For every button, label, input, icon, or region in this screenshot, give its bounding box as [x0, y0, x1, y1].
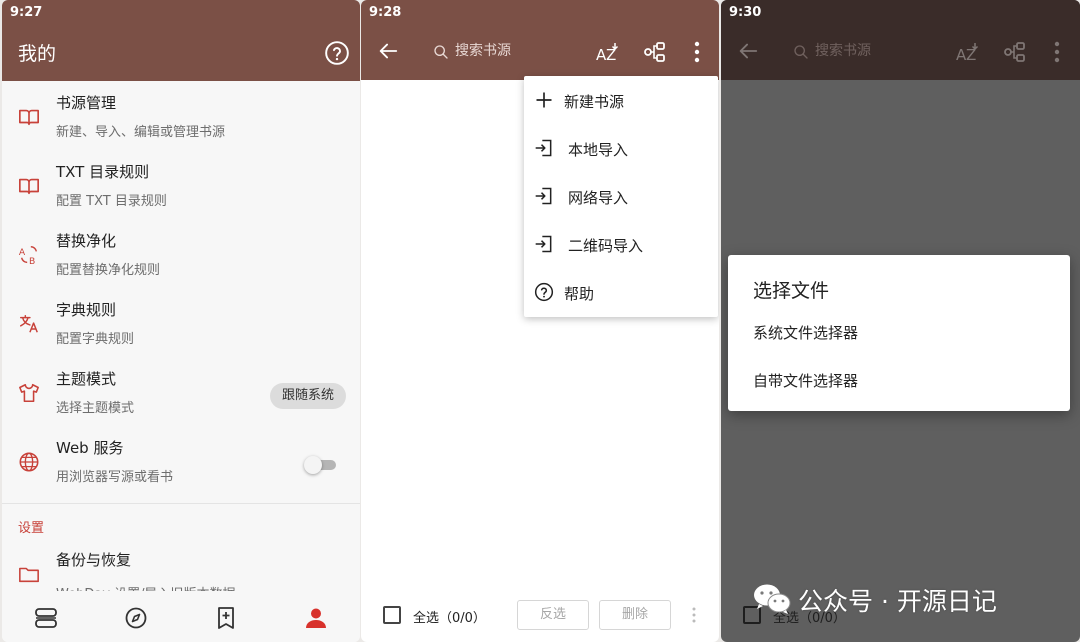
choose-file-dialog: 选择文件 系统文件选择器 自带文件选择器	[728, 255, 1070, 411]
help-circle-icon[interactable]	[324, 40, 350, 66]
bookshelf-icon[interactable]	[34, 606, 58, 630]
import-icon	[534, 138, 554, 158]
menu-label: 二维码导入	[568, 237, 644, 255]
section-divider	[2, 503, 360, 504]
pref-title: 替换净化	[56, 232, 117, 250]
menu-item-qr-import[interactable]: 二维码导入	[524, 220, 718, 268]
menu-item-network-import[interactable]: 网络导入	[524, 172, 718, 220]
screenshot-stage: 9:27 我的 书源管理 新建、导入、编辑或管理书源 TXT 目录规则 配置 T…	[0, 0, 1080, 642]
pref-title: 书源管理	[56, 94, 117, 112]
phone-my-screen: 9:27 我的 书源管理 新建、导入、编辑或管理书源 TXT 目录规则 配置 T…	[2, 0, 360, 642]
pref-summary: 配置字典规则	[56, 332, 135, 347]
search-placeholder: 搜索书源	[815, 43, 871, 59]
search-input[interactable]: 搜索书源	[433, 38, 605, 64]
import-icon	[534, 234, 554, 254]
replace-ab-icon: AB	[18, 244, 40, 266]
import-icon	[534, 186, 554, 206]
pref-summary: 新建、导入、编辑或管理书源	[56, 125, 226, 140]
pref-web-service[interactable]: Web 服务 用浏览器写源或看书	[2, 429, 360, 498]
web-service-toggle[interactable]	[304, 456, 336, 474]
dialog-title: 选择文件	[753, 280, 830, 302]
search-icon	[793, 43, 809, 59]
pref-book-source[interactable]: 书源管理 新建、导入、编辑或管理书源	[2, 84, 360, 153]
select-all-checkbox[interactable]	[383, 606, 401, 624]
theme-mode-chip[interactable]: 跟随系统	[269, 383, 346, 409]
pref-title: 字典规则	[56, 301, 117, 319]
menu-item-local-import[interactable]: 本地导入	[524, 124, 718, 172]
option-system-file-picker[interactable]: 系统文件选择器	[753, 322, 858, 343]
page-title: 我的	[18, 43, 57, 65]
pref-title: 主题模式	[56, 370, 117, 388]
book-open-icon	[18, 106, 40, 128]
pref-title: TXT 目录规则	[56, 163, 150, 181]
sort-az-icon[interactable]: AZ	[595, 40, 621, 66]
status-time: 9:30	[729, 5, 762, 20]
group-icon[interactable]	[643, 40, 667, 64]
globe-icon	[18, 451, 40, 473]
delete-button[interactable]: 删除	[599, 600, 671, 630]
menu-item-help[interactable]: 帮助	[524, 268, 718, 316]
search-placeholder: 搜索书源	[455, 43, 511, 59]
person-icon[interactable]	[304, 606, 328, 630]
pref-dict-rules[interactable]: 字典规则 配置字典规则	[2, 291, 360, 360]
folder-icon	[18, 563, 40, 585]
bottom-navigation	[2, 594, 360, 642]
tshirt-icon	[18, 382, 40, 404]
search-icon	[433, 43, 449, 59]
overflow-menu: 新建书源 本地导入 网络导入 二维码导入 帮助	[524, 76, 718, 317]
menu-label: 新建书源	[564, 93, 625, 111]
pref-summary: WebDav 设置/导入旧版本数据	[56, 583, 236, 591]
menu-label: 帮助	[564, 285, 595, 303]
watermark-text: 公众号 · 开源日记	[798, 587, 997, 616]
more-vert-icon	[1053, 40, 1061, 64]
group-icon	[1003, 40, 1027, 64]
pref-summary: 配置 TXT 目录规则	[56, 194, 167, 209]
pref-summary: 配置替换净化规则	[56, 263, 161, 278]
compass-icon[interactable]	[124, 606, 148, 630]
sort-az-icon: AZ	[955, 40, 981, 66]
book-open-icon	[18, 175, 40, 197]
toggle-thumb	[304, 456, 322, 474]
more-vert-icon[interactable]	[693, 40, 701, 64]
pref-summary: 选择主题模式	[56, 401, 135, 416]
pref-title: Web 服务	[56, 439, 124, 457]
pref-txt-toc-rules[interactable]: TXT 目录规则 配置 TXT 目录规则	[2, 153, 360, 222]
help-circle-icon	[534, 282, 554, 302]
selection-bar: 全选（0/0） 反选 删除	[361, 590, 719, 642]
menu-item-new-source[interactable]: 新建书源	[524, 76, 718, 124]
wechat-logo-icon	[752, 582, 792, 616]
plus-icon	[534, 90, 554, 110]
bookmark-add-icon[interactable]	[214, 606, 238, 630]
status-time: 9:28	[369, 5, 402, 20]
translate-icon	[18, 313, 40, 335]
section-header-settings: 设置	[18, 521, 45, 536]
svg-text:A: A	[19, 247, 26, 258]
invert-selection-button[interactable]: 反选	[517, 600, 589, 630]
pref-summary: 用浏览器写源或看书	[56, 470, 174, 485]
search-input-dimmed: 搜索书源	[793, 38, 965, 64]
more-vert-icon[interactable]	[691, 606, 697, 628]
option-builtin-file-picker[interactable]: 自带文件选择器	[753, 370, 858, 391]
menu-label: 本地导入	[568, 141, 629, 159]
pref-theme-mode[interactable]: 主题模式 选择主题模式 跟随系统	[2, 360, 360, 429]
menu-label: 网络导入	[568, 189, 629, 207]
status-time: 9:27	[10, 5, 43, 20]
phone-book-source-screen: 9:28 搜索书源 AZ 新建书源 本地导入 网络导入 二维码导入 帮助 全选（…	[361, 0, 719, 642]
arrow-back-icon	[737, 40, 759, 62]
arrow-back-icon[interactable]	[377, 40, 399, 62]
phone-choose-file-screen: 9:30 搜索书源 AZ 选择文件 系统文件选择器 自带文件选择器 全选（0/0…	[721, 0, 1080, 642]
pref-title: 备份与恢复	[56, 551, 132, 569]
select-all-label: 全选（0/0）	[413, 611, 486, 626]
pref-replace-rules[interactable]: AB 替换净化 配置替换净化规则	[2, 222, 360, 291]
svg-text:B: B	[29, 256, 35, 266]
